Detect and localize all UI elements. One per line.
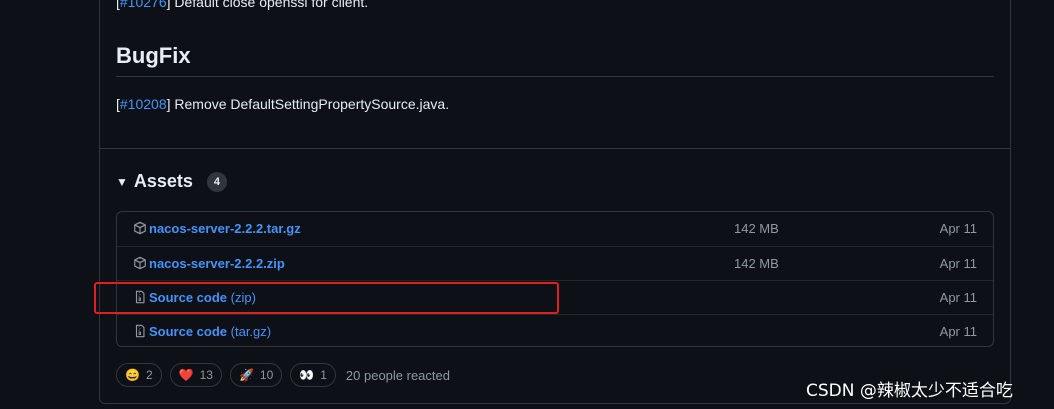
watermark: CSDN @辣椒太少不适合吃 bbox=[806, 381, 1013, 401]
asset-row: nacos-server-2.2.2.zip 142 MB Apr 11 bbox=[117, 246, 993, 280]
rocket-icon: 🚀 bbox=[238, 368, 254, 382]
asset-link[interactable]: nacos-server-2.2.2.zip bbox=[149, 256, 285, 271]
assets-title: Assets bbox=[133, 171, 193, 191]
assets-count-badge: 4 bbox=[206, 171, 227, 192]
smile-icon: 😄 bbox=[125, 368, 140, 382]
bugfix-note-line: [#10208] Remove DefaultSettingPropertySo… bbox=[116, 96, 450, 112]
reactions-summary: 20 people reacted bbox=[345, 367, 450, 383]
triangle-down-icon: ▼ bbox=[116, 174, 128, 189]
reaction-count: 13 bbox=[199, 368, 213, 382]
reaction-count: 2 bbox=[145, 368, 153, 382]
asset-link[interactable]: Source code (tar.gz) bbox=[149, 324, 271, 339]
asset-size: 142 MB bbox=[734, 221, 779, 236]
asset-row: Source code (tar.gz) Apr 11 bbox=[117, 314, 993, 348]
assets-toggle[interactable]: ▼ Assets 4 bbox=[116, 171, 227, 192]
asset-row: nacos-server-2.2.2.tar.gz 142 MB Apr 11 bbox=[117, 212, 993, 246]
package-icon bbox=[134, 256, 146, 270]
eyes-icon: 👀 bbox=[299, 368, 315, 382]
release-card: [#10276] Default close openssl for clien… bbox=[99, 0, 1011, 404]
asset-date: Apr 11 bbox=[939, 256, 977, 271]
reaction-count: 1 bbox=[320, 368, 327, 382]
issue-link[interactable]: #10208 bbox=[120, 96, 167, 112]
asset-size: 142 MB bbox=[734, 256, 779, 271]
release-note-line: [#10276] Default close openssl for clien… bbox=[116, 0, 368, 11]
asset-date: Apr 11 bbox=[939, 324, 977, 339]
reaction-smile-button[interactable]: 😄 2 bbox=[116, 363, 162, 387]
file-zip-icon bbox=[135, 324, 145, 338]
heart-icon: ❤️ bbox=[178, 368, 194, 382]
bugfix-heading: BugFix bbox=[116, 42, 994, 77]
asset-link[interactable]: nacos-server-2.2.2.tar.gz bbox=[149, 221, 301, 236]
divider bbox=[100, 148, 1010, 149]
package-icon bbox=[134, 221, 146, 235]
reaction-rocket-button[interactable]: 🚀 10 bbox=[229, 363, 283, 387]
reaction-count: 10 bbox=[259, 368, 274, 382]
reactions-bar: 😄 2 ❤️ 13 🚀 10 👀 1 20 people reacted bbox=[116, 363, 450, 387]
asset-date: Apr 11 bbox=[939, 221, 977, 236]
assets-list: nacos-server-2.2.2.tar.gz 142 MB Apr 11 … bbox=[116, 211, 994, 347]
highlight-box bbox=[94, 282, 559, 314]
reaction-heart-button[interactable]: ❤️ 13 bbox=[169, 363, 222, 387]
reaction-eyes-button[interactable]: 👀 1 bbox=[290, 363, 336, 387]
asset-date: Apr 11 bbox=[939, 290, 977, 305]
issue-link[interactable]: #10276 bbox=[120, 0, 167, 10]
